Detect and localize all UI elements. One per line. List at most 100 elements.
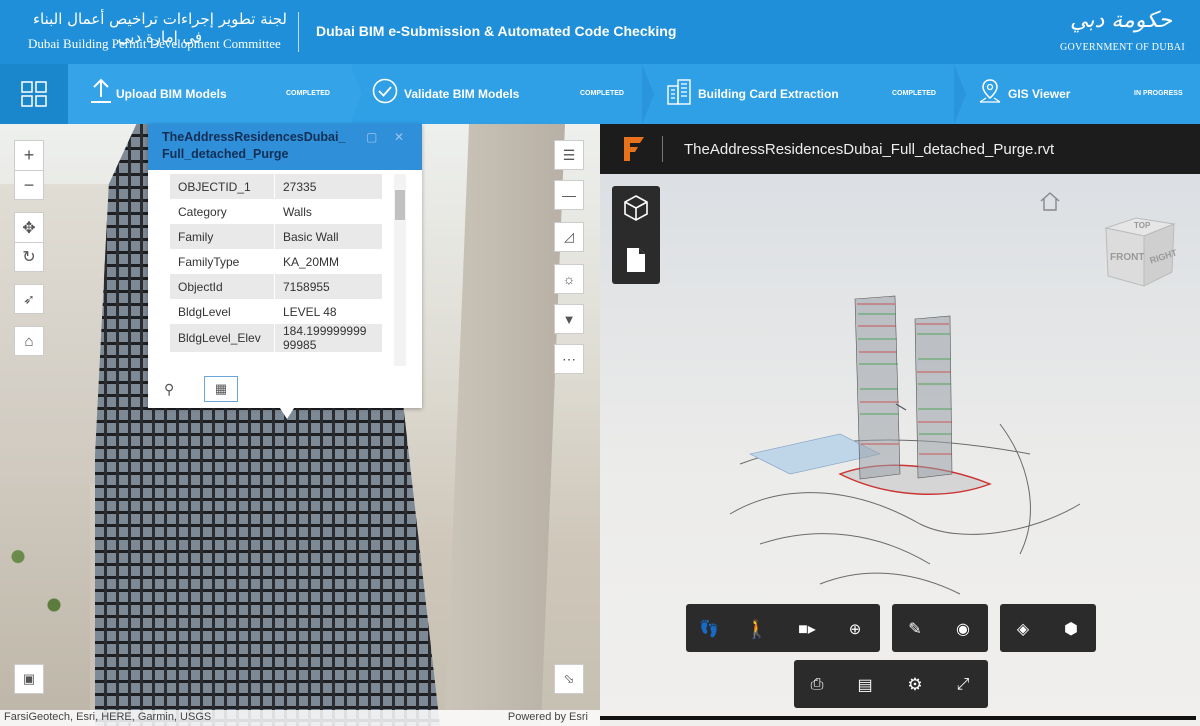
popup-title: TheAddressResidencesDubai_ Full_detached…: [162, 130, 346, 161]
bim-viewer[interactable]: TheAddressResidencesDubai_Full_detached_…: [600, 124, 1200, 726]
hide-button[interactable]: ◉: [946, 612, 980, 646]
step-label: Upload BIM Models: [116, 87, 227, 101]
step-validate-bim-models[interactable]: Validate BIM Models COMPLETED: [362, 64, 642, 124]
step-gis-viewer[interactable]: GIS Viewer IN PROGRESS: [966, 64, 1200, 124]
attribute-value: KA_20MM: [283, 254, 340, 269]
upload-icon: [91, 78, 111, 103]
fullscreen-icon: ⤢: [956, 676, 970, 693]
legend-button[interactable]: —: [554, 180, 584, 210]
attribute-value: LEVEL 48: [283, 304, 337, 319]
table-row: Category Walls: [170, 199, 382, 224]
popup-pointer: [278, 405, 296, 419]
model-structure-button[interactable]: ⬢: [1054, 612, 1088, 646]
feature-popup: TheAddressResidencesDubai_ Full_detached…: [148, 124, 422, 408]
dock-icon[interactable]: ▢: [366, 130, 377, 144]
step-status: COMPLETED: [892, 90, 936, 97]
viewcube-top-label: TOP: [1134, 221, 1151, 230]
measure-button[interactable]: ◿: [554, 222, 584, 252]
expand-overview-button[interactable]: ⬂: [554, 664, 584, 694]
daylight-button[interactable]: ☼: [554, 264, 584, 294]
pencil-icon: ✎: [908, 621, 922, 638]
table-row: BldgLevel_Elev 184.199999999 99985: [170, 324, 382, 352]
attribute-value: 7158955: [274, 274, 382, 299]
sun-icon: ☼: [562, 271, 576, 287]
forge-logo-icon: [624, 137, 644, 161]
settings-button[interactable]: ⚙: [898, 668, 932, 702]
viewer-header-divider: [662, 136, 663, 162]
close-icon[interactable]: ✕: [394, 130, 404, 144]
zoom-to-icon[interactable]: ⚲: [164, 381, 174, 398]
camera-button[interactable]: ■▸: [790, 612, 824, 646]
filter-icon: ▼: [562, 311, 576, 327]
step-label: Validate BIM Models: [404, 87, 520, 101]
expand-arrow-icon: ⬂: [563, 671, 575, 686]
popup-scrollbar[interactable]: [394, 174, 406, 366]
building-icon: [667, 79, 691, 105]
zoom-out-button[interactable]: −: [14, 170, 44, 200]
step-status: COMPLETED: [580, 90, 624, 97]
compass-icon: ➶: [23, 290, 35, 307]
apps-grid-button[interactable]: [0, 64, 68, 124]
print-button[interactable]: ⎙: [800, 668, 834, 702]
viewer-header: TheAddressResidencesDubai_Full_detached_…: [600, 124, 1200, 174]
step-separator: [954, 64, 966, 124]
attribute-value: 184.199999999 99985: [274, 324, 382, 352]
measure-icon: ◿: [564, 229, 574, 244]
markup-button[interactable]: ✎: [898, 612, 932, 646]
more-tools-button[interactable]: ⋯: [554, 344, 584, 374]
rotate-icon: ↻: [22, 249, 36, 266]
home-view-icon[interactable]: [1038, 190, 1062, 212]
home-button[interactable]: ⌂: [14, 326, 44, 356]
attribute-key: OBJECTID_1: [170, 174, 275, 199]
print-icon: ⎙: [810, 676, 824, 693]
bim-model-render[interactable]: [700, 284, 1160, 604]
fullscreen-button[interactable]: ⤢: [946, 668, 980, 702]
attribute-value: Walls: [283, 204, 312, 219]
step-status: COMPLETED: [286, 90, 330, 97]
cube-icon: ⬢: [1064, 621, 1078, 638]
eye-slash-icon: ◉: [956, 621, 970, 638]
attribution-text: FarsiGeotech, Esri, HERE, Garmin, USGS: [4, 711, 212, 723]
step-separator: [350, 64, 362, 124]
explode-button[interactable]: ◈: [1006, 612, 1040, 646]
pan-button[interactable]: ✥: [14, 212, 44, 242]
gear-icon: ⚙: [907, 675, 923, 694]
compass-button[interactable]: ➶: [14, 284, 44, 314]
app-header: لجنة تطوير إجراءات تراخيص أعمال البناء ف…: [0, 0, 1200, 64]
basemap-gallery-button[interactable]: ▣: [14, 664, 44, 694]
attribute-key: FamilyType: [170, 249, 275, 274]
zoom-in-button[interactable]: +: [14, 140, 44, 170]
first-person-button[interactable]: 🚶: [740, 612, 774, 646]
model-browser-icon[interactable]: [623, 194, 649, 222]
layer-list-button[interactable]: ☰: [554, 140, 584, 170]
check-circle-icon: [372, 78, 398, 104]
step-upload-bim-models[interactable]: Upload BIM Models COMPLETED: [68, 64, 352, 124]
navigation-toolbar: 👣 🚶 ■▸ ⊕: [686, 604, 880, 652]
settings-toolbar: ⎙ ▤ ⚙ ⤢: [794, 660, 988, 708]
table-row: Family Basic Wall: [170, 224, 382, 249]
footsteps-icon: 👣: [699, 621, 719, 638]
step-status: IN PROGRESS: [1134, 90, 1183, 97]
zoom-window-button[interactable]: ⊕: [838, 612, 872, 646]
person-icon: 🚶: [745, 618, 769, 639]
properties-button[interactable]: ▤: [848, 668, 882, 702]
grid-icon: [21, 81, 47, 107]
filter-button[interactable]: ▼: [554, 304, 584, 334]
table-row: OBJECTID_1 27335: [170, 174, 382, 199]
scrollbar-thumb[interactable]: [395, 190, 405, 220]
document-icon[interactable]: [625, 246, 647, 274]
walk-tool-button[interactable]: 👣: [692, 612, 726, 646]
view-cube[interactable]: TOP FRONT RIGHT: [1096, 206, 1180, 290]
popup-header: TheAddressResidencesDubai_ Full_detached…: [148, 124, 422, 170]
attribute-key: Family: [170, 224, 275, 249]
viewer-side-toolbar: [612, 186, 660, 284]
rotate-button[interactable]: ↻: [14, 242, 44, 272]
more-icon: ⋯: [562, 350, 576, 367]
building-explorer-button[interactable]: ▦: [204, 376, 238, 402]
zoom-region-icon: ⊕: [848, 621, 862, 638]
attribute-value: 27335: [274, 174, 382, 199]
step-building-card-extraction[interactable]: Building Card Extraction COMPLETED: [654, 64, 954, 124]
viewcube-front-label: FRONT: [1110, 252, 1144, 263]
table-row: ObjectId 7158955: [170, 274, 382, 299]
attribute-table: OBJECTID_1 27335 Category Walls Family Basic …: [170, 174, 382, 352]
